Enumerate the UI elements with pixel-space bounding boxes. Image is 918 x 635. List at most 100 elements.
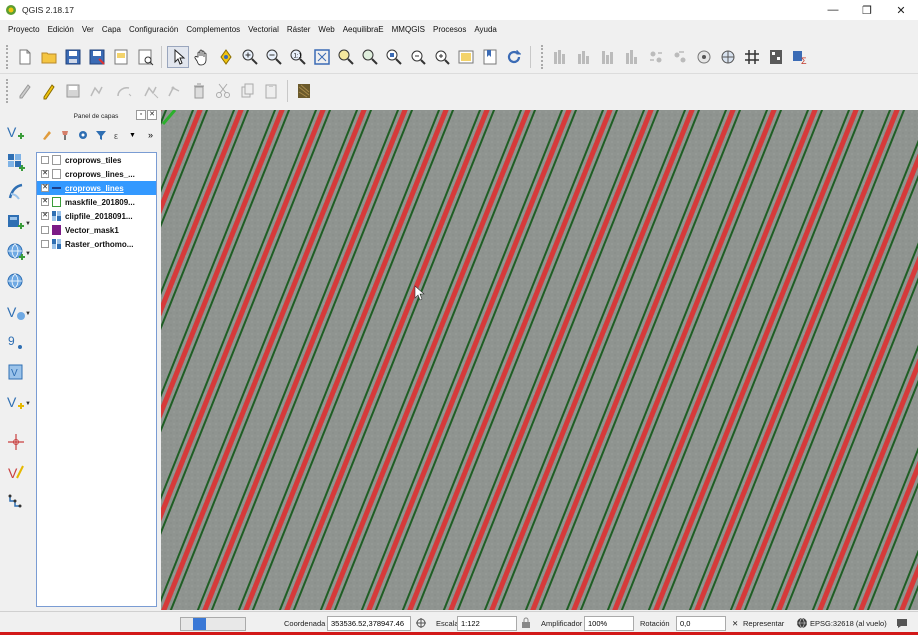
menu-capa[interactable]: Capa [98, 25, 125, 34]
map-tips-icon[interactable] [765, 46, 787, 68]
toggle-extents-icon[interactable] [415, 617, 427, 629]
measure-line-icon[interactable] [693, 46, 715, 68]
select-by-value-icon[interactable] [597, 46, 619, 68]
visibility-checkbox[interactable]: ✕ [41, 212, 49, 220]
toolbar-grip[interactable] [6, 79, 10, 103]
identify-features-icon[interactable] [549, 46, 571, 68]
select-pan-cursor-icon[interactable] [167, 45, 189, 68]
maximize-button[interactable]: ❐ [850, 0, 884, 20]
move-feature-icon[interactable] [140, 80, 162, 102]
crs-label[interactable]: EPSG:32618 (al vuelo) [810, 619, 887, 628]
add-wcs-layer-icon[interactable] [3, 268, 29, 296]
statistical-summary-icon[interactable]: Σ [789, 46, 811, 68]
zoom-in-icon[interactable] [239, 46, 261, 68]
add-wms-layer-icon[interactable]: ▼ [3, 238, 31, 266]
open-project-icon[interactable] [38, 46, 60, 68]
scale-field[interactable]: 1:122 [457, 616, 517, 631]
layer-item[interactable]: croprows_tiles [37, 153, 156, 167]
pan-to-selection-icon[interactable] [215, 46, 237, 68]
add-gps-icon[interactable] [3, 428, 29, 456]
dropdown-arrow-icon[interactable]: ▼ [25, 311, 31, 317]
trace-digitize-icon[interactable] [3, 488, 29, 516]
save-as-icon[interactable] [86, 46, 108, 68]
new-shapefile-layer-icon[interactable]: V ▼ [3, 388, 31, 416]
layer-item[interactable]: Raster_orthomo... [37, 237, 156, 251]
dropdown-arrow-icon[interactable]: ▼ [129, 132, 136, 139]
menu-ver[interactable]: Ver [78, 25, 98, 34]
select-features-icon[interactable] [573, 46, 595, 68]
paste-features-icon[interactable] [260, 80, 282, 102]
current-edits-icon[interactable] [14, 80, 36, 102]
menu-complementos[interactable]: Complementos [182, 25, 244, 34]
layer-item[interactable]: Vector_mask1 [37, 223, 156, 237]
grid-icon[interactable] [741, 46, 763, 68]
new-map-view-icon[interactable] [455, 46, 477, 68]
visibility-checkbox[interactable]: ✕ [41, 170, 49, 178]
save-edits-icon[interactable] [62, 80, 84, 102]
menu-aequilibrae[interactable]: AequilibraE [339, 25, 388, 34]
menu-configuracion[interactable]: Configuración [125, 25, 182, 34]
add-delimited-text-layer-icon[interactable]: 9 [3, 328, 29, 356]
menu-mmqgis[interactable]: MMQGIS [388, 25, 429, 34]
copy-features-icon[interactable] [236, 80, 258, 102]
coordinate-field[interactable]: 353536.52,378947.46 [327, 616, 411, 631]
bookmarks-icon[interactable] [479, 46, 501, 68]
menu-procesos[interactable]: Procesos [429, 25, 470, 34]
visibility-checkbox[interactable] [41, 240, 49, 248]
messages-icon[interactable] [896, 617, 908, 629]
manage-visibility-icon[interactable] [75, 128, 90, 143]
menu-ayuda[interactable]: Ayuda [470, 25, 501, 34]
deselect-features-icon[interactable] [621, 46, 643, 68]
zoom-next-icon[interactable] [431, 46, 453, 68]
zoom-to-native-resolution-icon[interactable] [383, 46, 405, 68]
zoom-actual-size-icon[interactable]: 1:1 [287, 46, 309, 68]
georeferencer-icon[interactable] [293, 80, 315, 102]
add-feature-icon[interactable] [86, 80, 108, 102]
menu-edicion[interactable]: Edición [44, 25, 78, 34]
zoom-out-icon[interactable] [263, 46, 285, 68]
zoom-full-icon[interactable] [311, 46, 333, 68]
layer-item-selected[interactable]: ✕ croprows_lines [37, 181, 156, 195]
add-group-icon[interactable] [57, 128, 72, 143]
refresh-icon[interactable] [503, 46, 525, 68]
add-vector-layer-icon[interactable]: V [3, 118, 29, 146]
visibility-checkbox[interactable] [41, 226, 49, 234]
menu-vectorial[interactable]: Vectorial [244, 25, 283, 34]
save-project-icon[interactable] [62, 46, 84, 68]
style-manager-icon[interactable] [39, 128, 54, 143]
add-mssql-layer-icon[interactable]: ▼ [3, 208, 31, 236]
measure-area-icon[interactable] [717, 46, 739, 68]
crs-globe-icon[interactable] [796, 617, 808, 629]
layer-item[interactable]: ✕ maskfile_201809... [37, 195, 156, 209]
toolbar-grip[interactable] [6, 44, 10, 69]
toolbar-grip[interactable] [541, 44, 545, 69]
more-tools-icon[interactable]: » [148, 130, 153, 140]
rotation-field[interactable]: 0,0 [676, 616, 726, 631]
add-raster-layer-icon[interactable] [3, 148, 29, 176]
minimize-button[interactable]: — [816, 0, 850, 20]
add-wfs-layer-icon[interactable]: V ▼ [3, 298, 31, 326]
pan-map-icon[interactable] [191, 46, 213, 68]
zoom-to-selection-icon[interactable] [335, 46, 357, 68]
vector-edit-icon[interactable]: V [3, 458, 29, 486]
layer-item[interactable]: ✕ croprows_lines_... [37, 167, 156, 181]
new-project-icon[interactable] [14, 46, 36, 68]
render-checkbox-icon[interactable]: ✕ [732, 619, 738, 628]
zoom-last-icon[interactable] [407, 46, 429, 68]
menu-web[interactable]: Web [314, 25, 338, 34]
close-button[interactable]: ✕ [884, 0, 918, 20]
open-attribute-table-icon[interactable] [645, 46, 667, 68]
dropdown-arrow-icon[interactable]: ▼ [25, 251, 31, 257]
composer-manager-icon[interactable] [134, 46, 156, 68]
magnifier-field[interactable]: 100% [584, 616, 634, 631]
zoom-to-layer-icon[interactable] [359, 46, 381, 68]
menu-raster[interactable]: Ráster [283, 25, 315, 34]
field-calculator-icon[interactable] [669, 46, 691, 68]
dropdown-arrow-icon[interactable]: ▼ [25, 401, 31, 407]
map-canvas[interactable] [161, 110, 918, 610]
toggle-editing-icon[interactable] [38, 80, 60, 102]
filter-by-expression-icon[interactable]: ε [111, 128, 126, 143]
layer-item[interactable]: ✕ clipfile_2018091... [37, 209, 156, 223]
add-spatialite-layer-icon[interactable] [3, 178, 29, 206]
new-print-composer-icon[interactable] [110, 46, 132, 68]
